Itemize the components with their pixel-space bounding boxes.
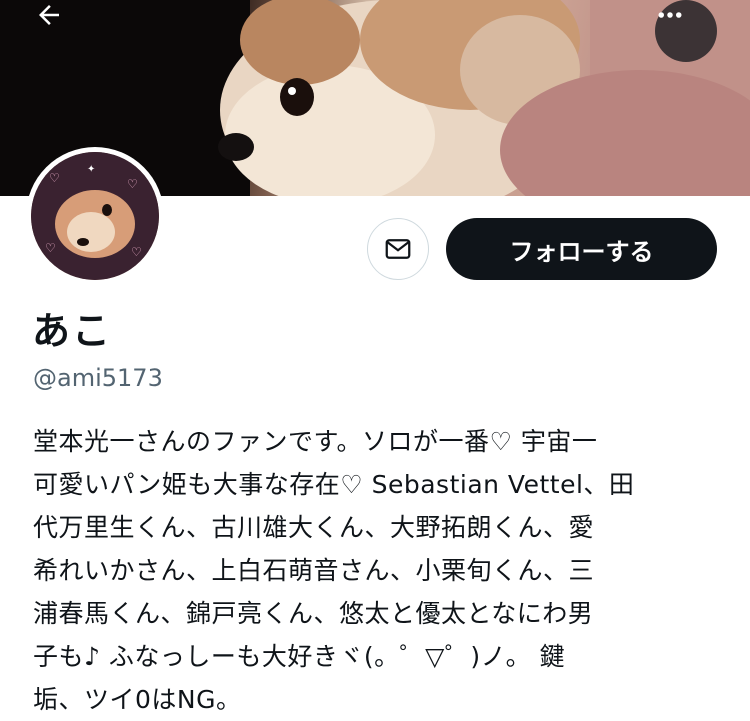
svg-text:✦: ✦ [87, 164, 95, 175]
bio-line: 可愛いパン姫も大事な存在♡ Sebastian Vettel、田 [33, 470, 635, 499]
user-handle: @ami5173 [33, 364, 163, 392]
bio-line: 代万里生くん、古川雄大くん、大野拓朗くん、愛 [33, 513, 595, 542]
bio-line: 浦春馬くん、錦戸亮くん、悠太と優太となにわ男 [33, 599, 594, 628]
svg-text:♡: ♡ [127, 177, 138, 191]
bio-line: 垢、ツイ0はNG。 [33, 685, 242, 714]
more-horizontal-icon [658, 12, 682, 18]
mail-icon [385, 239, 411, 259]
back-button[interactable] [34, 0, 96, 62]
more-button[interactable] [655, 0, 717, 62]
message-button[interactable] [367, 218, 429, 280]
svg-text:♡: ♡ [131, 245, 142, 259]
bio: 堂本光一さんのファンです。ソロが一番♡ 宇宙一 可愛いパン姫も大事な存在♡ Se… [33, 420, 723, 721]
svg-text:♡: ♡ [49, 171, 60, 185]
svg-text:♡: ♡ [45, 241, 56, 255]
display-name: あこ [32, 309, 113, 353]
bio-line: 子も♪ ふなっしーも大好きヾ(。゜▽゜)ノ。 鍵 [33, 642, 566, 671]
avatar-image: ♡ ♡ ♡ ♡ ✦ [31, 152, 159, 280]
avatar[interactable]: ♡ ♡ ♡ ♡ ✦ [26, 147, 164, 285]
follow-button[interactable]: フォローする [446, 218, 717, 280]
bio-line: 堂本光一さんのファンです。ソロが一番♡ 宇宙一 [33, 427, 598, 456]
arrow-left-icon [39, 5, 59, 25]
bio-line: 希れいかさん、上白石萌音さん、小栗旬くん、三 [33, 556, 595, 585]
